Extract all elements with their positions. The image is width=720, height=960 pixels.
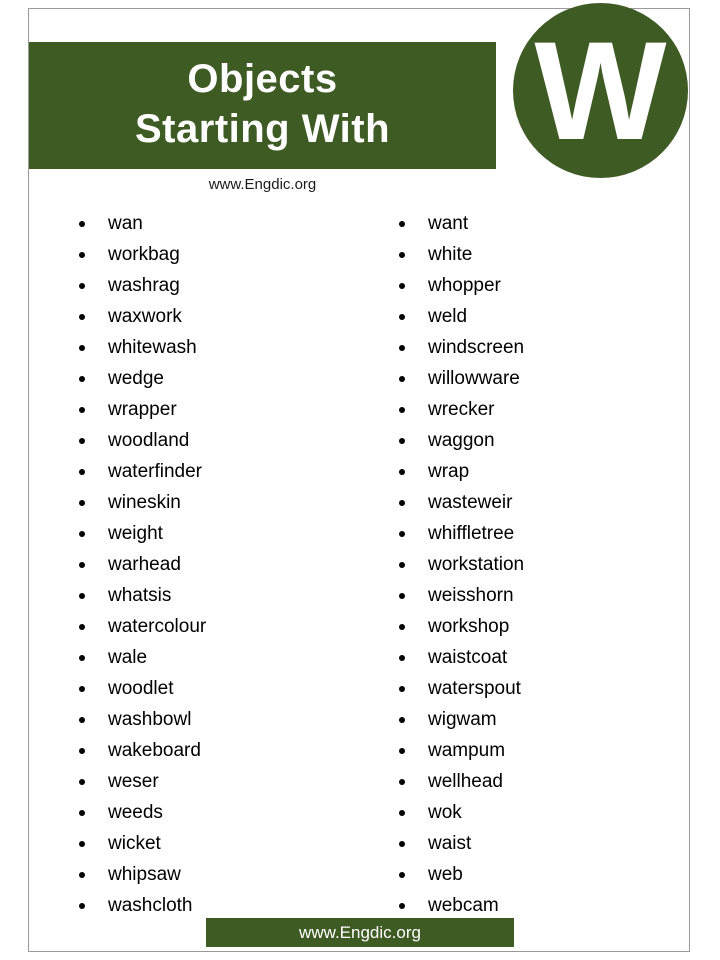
list-item: wok: [360, 797, 680, 828]
list-item: waterfinder: [40, 456, 360, 487]
worksheet-page: Objects Starting With W www.Engdic.org w…: [0, 0, 720, 960]
list-item: wakeboard: [40, 735, 360, 766]
list-item: waist: [360, 828, 680, 859]
list-item: washbowl: [40, 704, 360, 735]
list-item: whipsaw: [40, 859, 360, 890]
list-item: waggon: [360, 425, 680, 456]
list-item: wampum: [360, 735, 680, 766]
site-subtitle: www.Engdic.org: [208, 176, 317, 193]
list-item: woodlet: [40, 673, 360, 704]
word-list-right: want white whopper weld windscreen willo…: [360, 208, 680, 921]
list-item: washcloth: [40, 890, 360, 921]
list-item: windscreen: [360, 332, 680, 363]
page-title: Objects Starting With: [29, 54, 496, 154]
list-item: wedge: [40, 363, 360, 394]
list-item: weser: [40, 766, 360, 797]
list-item: weight: [40, 518, 360, 549]
list-item: weld: [360, 301, 680, 332]
list-item: whatsis: [40, 580, 360, 611]
list-item: wan: [40, 208, 360, 239]
list-item: wrap: [360, 456, 680, 487]
list-item: wasteweir: [360, 487, 680, 518]
list-item: waterspout: [360, 673, 680, 704]
list-item: weisshorn: [360, 580, 680, 611]
list-item: webcam: [360, 890, 680, 921]
list-item: wigwam: [360, 704, 680, 735]
list-item: want: [360, 208, 680, 239]
list-item: watercolour: [40, 611, 360, 642]
list-item: workbag: [40, 239, 360, 270]
word-columns: wan workbag washrag waxwork whitewash we…: [40, 208, 680, 921]
list-item: web: [360, 859, 680, 890]
title-banner: Objects Starting With: [29, 42, 496, 169]
word-list-left: wan workbag washrag waxwork whitewash we…: [40, 208, 360, 921]
list-item: white: [360, 239, 680, 270]
list-item: weeds: [40, 797, 360, 828]
list-item: wellhead: [360, 766, 680, 797]
list-item: wale: [40, 642, 360, 673]
list-item: washrag: [40, 270, 360, 301]
list-item: waxwork: [40, 301, 360, 332]
list-item: wicket: [40, 828, 360, 859]
list-item: wrecker: [360, 394, 680, 425]
logo-letter-w-icon: W: [534, 12, 667, 169]
list-item: woodland: [40, 425, 360, 456]
list-item: willowware: [360, 363, 680, 394]
list-item: whiffletree: [360, 518, 680, 549]
word-column-left: wan workbag washrag waxwork whitewash we…: [40, 208, 360, 921]
list-item: waistcoat: [360, 642, 680, 673]
title-line-1: Objects: [187, 57, 338, 101]
list-item: workshop: [360, 611, 680, 642]
word-column-right: want white whopper weld windscreen willo…: [360, 208, 680, 921]
list-item: workstation: [360, 549, 680, 580]
list-item: whopper: [360, 270, 680, 301]
list-item: whitewash: [40, 332, 360, 363]
list-item: wrapper: [40, 394, 360, 425]
list-item: wineskin: [40, 487, 360, 518]
title-line-2: Starting With: [135, 107, 390, 151]
list-item: warhead: [40, 549, 360, 580]
footer-url: www.Engdic.org: [299, 923, 421, 942]
